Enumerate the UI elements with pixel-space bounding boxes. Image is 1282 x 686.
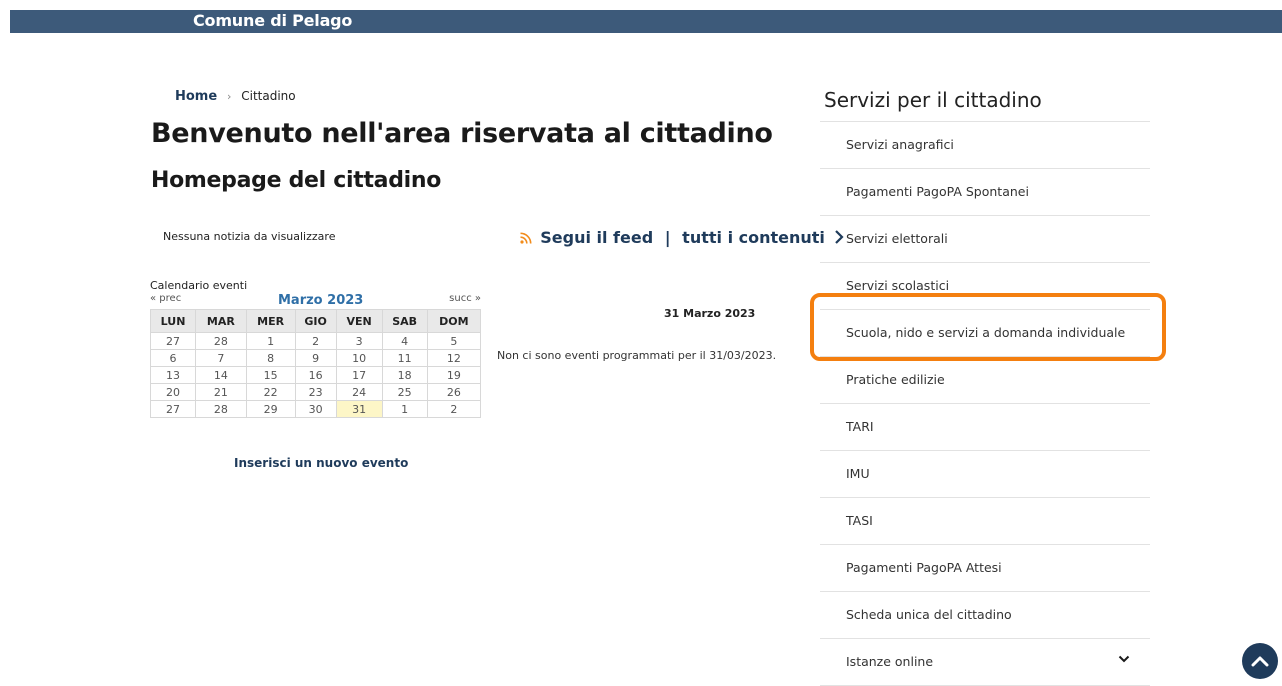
sidebar-item: Istanze online xyxy=(820,639,1150,686)
calendar-day[interactable]: 14 xyxy=(195,366,247,384)
breadcrumb: Home › Cittadino xyxy=(175,89,296,104)
calendar-nav: « prec Marzo 2023 succ » xyxy=(150,293,481,309)
sidebar-item-link[interactable]: Servizi elettorali xyxy=(846,231,948,246)
calendar-week-row: 27 28 1 2 3 4 5 xyxy=(149,332,482,350)
chevron-up-icon xyxy=(1251,656,1269,667)
sidebar-item-link[interactable]: Pagamenti PagoPA Spontanei xyxy=(846,184,1029,199)
news-empty-message: Nessuna notizia da visualizzare xyxy=(163,230,336,243)
calendar-day[interactable]: 26 xyxy=(426,383,482,401)
calendar-day[interactable]: 18 xyxy=(381,366,428,384)
breadcrumb-home-link[interactable]: Home xyxy=(175,89,217,104)
page-subtitle: Homepage del cittadino xyxy=(151,168,442,193)
calendar-day[interactable]: 27 xyxy=(149,400,197,418)
sidebar-item-link[interactable]: TARI xyxy=(846,419,874,434)
calendar-day[interactable]: 28 xyxy=(195,332,247,350)
site-name-link[interactable]: Comune di Pelago xyxy=(193,10,352,32)
header-bar: Comune di Pelago xyxy=(10,10,1282,33)
back-to-top-button[interactable] xyxy=(1242,643,1278,679)
sidebar-item-link[interactable]: Pratiche edilizie xyxy=(846,372,945,387)
calendar-day[interactable]: 7 xyxy=(195,349,247,367)
highlight-box xyxy=(810,293,1166,361)
calendar-day[interactable]: 21 xyxy=(195,383,247,401)
calendar-day[interactable]: 1 xyxy=(381,400,428,418)
calendar-day[interactable]: 30 xyxy=(294,400,337,418)
calendar-day[interactable]: 2 xyxy=(426,400,482,418)
all-contents-link[interactable]: tutti i contenuti xyxy=(682,228,825,247)
calendar-day[interactable]: 12 xyxy=(426,349,482,367)
calendar-day[interactable]: 17 xyxy=(335,366,383,384)
calendar-day[interactable]: 6 xyxy=(149,349,197,367)
calendar-day[interactable]: 27 xyxy=(149,332,197,350)
events-day-heading: 31 Marzo 2023 xyxy=(664,307,756,320)
sidebar-item: Scheda unica del cittadino xyxy=(820,592,1150,639)
calendar-week-row: 13 14 15 16 17 18 19 xyxy=(149,366,482,384)
no-events-message: Non ci sono eventi programmati per il 31… xyxy=(497,349,777,362)
calendar-day[interactable]: 28 xyxy=(195,400,247,418)
calendar-weekday: VEN xyxy=(335,309,383,333)
breadcrumb-current: Cittadino xyxy=(241,89,296,103)
sidebar-item-link[interactable]: Servizi scolastici xyxy=(846,278,949,293)
calendar-day[interactable]: 24 xyxy=(335,383,383,401)
calendar-day[interactable]: 2 xyxy=(294,332,337,350)
calendar-day[interactable]: 22 xyxy=(245,383,296,401)
sidebar-item: Pratiche edilizie xyxy=(820,357,1150,404)
calendar-table: LUN MAR MER GIO VEN SAB DOM 27 28 1 2 3 4 5 6 7 8 9 10 11 1… xyxy=(149,309,482,418)
calendar-day[interactable]: 31 xyxy=(335,400,383,418)
sidebar-item-link[interactable]: IMU xyxy=(846,466,870,481)
calendar-day[interactable]: 16 xyxy=(294,366,337,384)
rss-icon[interactable] xyxy=(520,229,537,247)
sidebar-item-link[interactable]: Servizi anagrafici xyxy=(846,137,954,152)
sidebar-title: Servizi per il cittadino xyxy=(824,88,1042,112)
feed-separator: | xyxy=(664,228,671,247)
calendar-next-link[interactable]: succ » xyxy=(449,293,481,304)
chevron-down-icon[interactable] xyxy=(1118,653,1130,665)
sidebar-item: Servizi anagrafici xyxy=(820,122,1150,169)
sidebar-item: TARI xyxy=(820,404,1150,451)
feed-links: Segui il feed | tutti i contenuti xyxy=(520,227,845,248)
calendar-day[interactable]: 5 xyxy=(426,332,482,350)
calendar-day[interactable]: 11 xyxy=(381,349,428,367)
calendar-day[interactable]: 19 xyxy=(426,366,482,384)
calendar-weekday: LUN xyxy=(149,309,197,333)
calendar-day[interactable]: 4 xyxy=(381,332,428,350)
calendar-day[interactable]: 23 xyxy=(294,383,337,401)
sidebar-item: IMU xyxy=(820,451,1150,498)
sidebar-item-link[interactable]: Pagamenti PagoPA Attesi xyxy=(846,560,1002,575)
calendar-day[interactable]: 29 xyxy=(245,400,296,418)
feed-link[interactable]: Segui il feed xyxy=(540,228,653,247)
calendar-weekday: DOM xyxy=(426,309,482,333)
calendar-day[interactable]: 8 xyxy=(245,349,296,367)
calendar-weekday: SAB xyxy=(381,309,428,333)
calendar-day[interactable]: 3 xyxy=(335,332,383,350)
sidebar-item: TASI xyxy=(820,498,1150,545)
calendar-prev-link[interactable]: « prec xyxy=(150,293,181,304)
calendar-day[interactable]: 13 xyxy=(149,366,197,384)
sidebar-item: Pagamenti PagoPA Attesi xyxy=(820,545,1150,592)
calendar-week-row: 20 21 22 23 24 25 26 xyxy=(149,383,482,401)
sidebar-item: Pagamenti PagoPA Spontanei xyxy=(820,169,1150,216)
calendar-day[interactable]: 15 xyxy=(245,366,296,384)
calendar-day[interactable]: 9 xyxy=(294,349,337,367)
calendar-weekday-row: LUN MAR MER GIO VEN SAB DOM xyxy=(149,309,482,333)
sidebar-menu: Servizi anagrafici Pagamenti PagoPA Spont… xyxy=(820,121,1150,686)
new-event-link[interactable]: Inserisci un nuovo evento xyxy=(234,456,408,470)
calendar-week-row: 27 28 29 30 31 1 2 xyxy=(149,400,482,418)
calendar-title: Calendario eventi xyxy=(150,279,248,292)
calendar-weekday: MER xyxy=(245,309,296,333)
calendar-weekday: GIO xyxy=(294,309,337,333)
sidebar-item-link[interactable]: TASI xyxy=(846,513,873,528)
calendar-week-row: 6 7 8 9 10 11 12 xyxy=(149,349,482,367)
calendar-day[interactable]: 1 xyxy=(245,332,296,350)
page-title: Benvenuto nell'area riservata al cittadi… xyxy=(151,118,773,149)
calendar-month-label: Marzo 2023 xyxy=(278,293,364,308)
sidebar-item: Servizi elettorali xyxy=(820,216,1150,263)
breadcrumb-separator: › xyxy=(227,90,232,103)
calendar-weekday: MAR xyxy=(195,309,247,333)
sidebar-item-link[interactable]: Scheda unica del cittadino xyxy=(846,607,1012,622)
calendar-day[interactable]: 10 xyxy=(335,349,383,367)
calendar-day[interactable]: 25 xyxy=(381,383,428,401)
calendar-day[interactable]: 20 xyxy=(149,383,197,401)
sidebar-item-link[interactable]: Istanze online xyxy=(846,654,933,669)
